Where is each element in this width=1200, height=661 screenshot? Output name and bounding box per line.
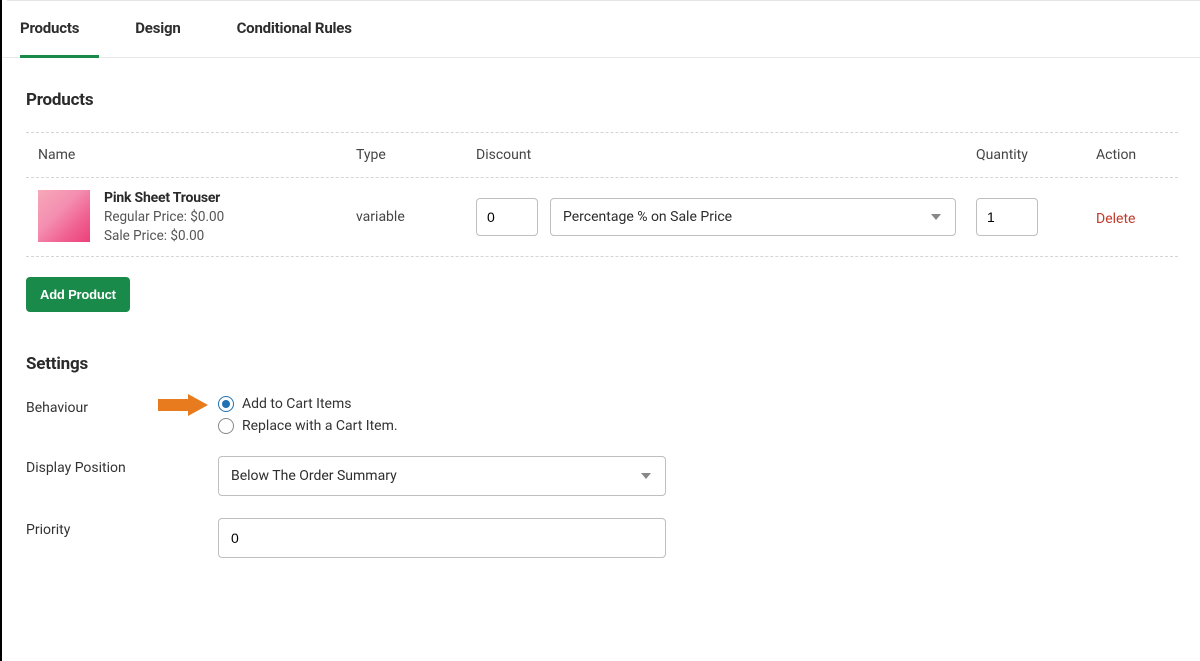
tabs-bar: Products Design Conditional Rules (2, 1, 1200, 58)
radio-icon (218, 396, 234, 412)
header-discount: Discount (476, 147, 976, 163)
behaviour-radio-replace[interactable]: Replace with a Cart Item. (218, 418, 1178, 434)
quantity-input[interactable] (976, 198, 1038, 236)
priority-label: Priority (26, 518, 218, 538)
discount-type-value: Percentage % on Sale Price (563, 209, 732, 225)
display-position-label: Display Position (26, 456, 218, 476)
header-name: Name (26, 147, 356, 163)
header-quantity: Quantity (976, 147, 1096, 163)
tab-conditional-rules[interactable]: Conditional Rules (237, 1, 372, 57)
product-thumbnail (38, 190, 90, 242)
discount-type-select[interactable]: Percentage % on Sale Price (550, 198, 956, 236)
behaviour-radio-add[interactable]: Add to Cart Items (218, 396, 1178, 412)
products-heading: Products (26, 90, 1178, 110)
tab-design[interactable]: Design (135, 1, 200, 57)
header-action: Action (1096, 147, 1171, 163)
product-sale-price: Sale Price: $0.00 (104, 228, 224, 244)
discount-amount-input[interactable] (476, 198, 538, 236)
product-title: Pink Sheet Trouser (104, 190, 224, 206)
behaviour-replace-label: Replace with a Cart Item. (242, 418, 398, 434)
add-product-button[interactable]: Add Product (26, 277, 130, 312)
tab-products[interactable]: Products (20, 1, 99, 58)
header-type: Type (356, 147, 476, 163)
delete-link[interactable]: Delete (1096, 211, 1135, 227)
radio-icon (218, 418, 234, 434)
behaviour-add-label: Add to Cart Items (242, 396, 351, 412)
priority-input[interactable] (218, 518, 666, 558)
settings-heading: Settings (26, 354, 1178, 374)
display-position-select[interactable]: Below The Order Summary (218, 456, 666, 496)
products-table-header: Name Type Discount Quantity Action (26, 132, 1178, 178)
product-row: Pink Sheet Trouser Regular Price: $0.00 … (26, 178, 1178, 257)
product-type: variable (356, 209, 476, 225)
product-regular-price: Regular Price: $0.00 (104, 209, 224, 225)
display-position-value: Below The Order Summary (231, 468, 397, 484)
arrow-callout-icon (158, 394, 208, 416)
